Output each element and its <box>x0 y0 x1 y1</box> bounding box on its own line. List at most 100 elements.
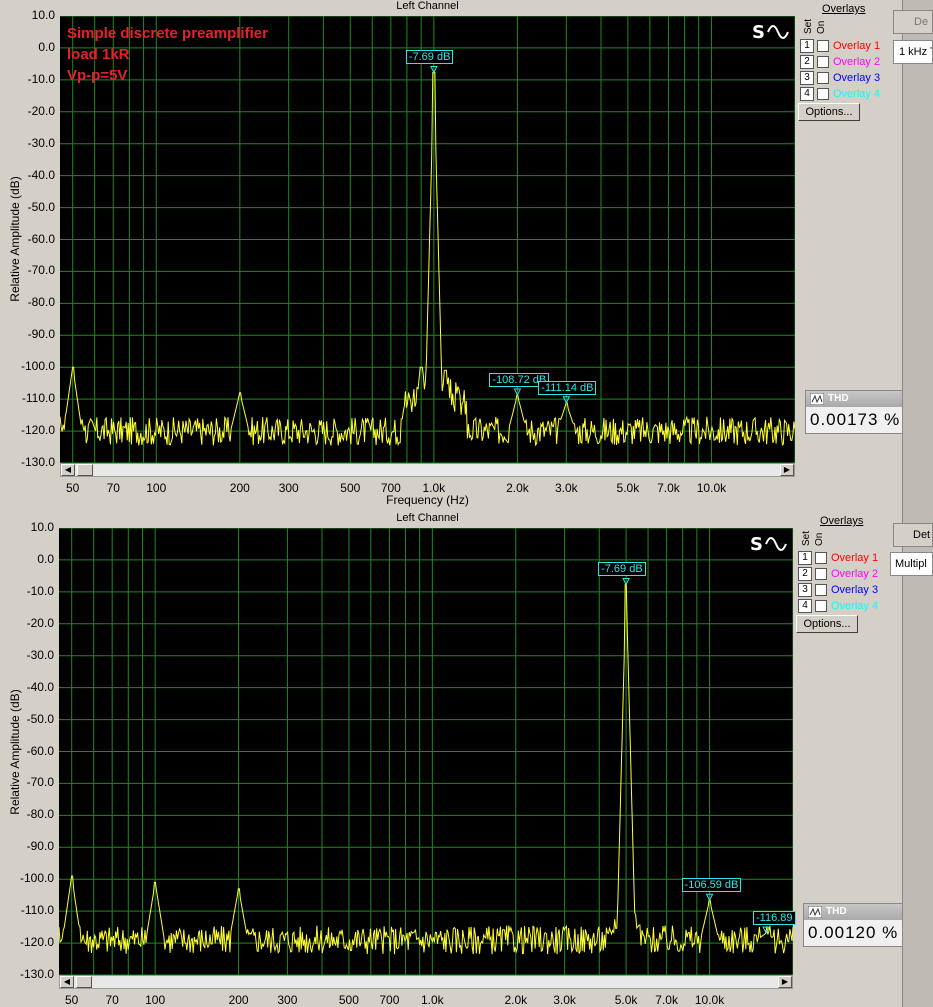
y-tick-label: -60.0 <box>26 743 54 758</box>
overlay-row: 2 Overlay 2 <box>800 54 880 70</box>
x-tick-label: 1.0k <box>420 993 444 1007</box>
overlay-set-button[interactable]: 4 <box>800 87 814 101</box>
y-tick-label: -10.0 <box>26 583 54 598</box>
overlay-row: 4 Overlay 4 <box>798 598 878 614</box>
y-tick-label: 10.0 <box>31 8 55 22</box>
y-tick-label: 0.0 <box>37 551 54 566</box>
meter-icon <box>808 906 822 918</box>
overlay-on-checkbox[interactable] <box>815 600 827 612</box>
spectrum-plot[interactable] <box>59 528 793 975</box>
sine-wave-icon[interactable]: S <box>752 20 792 44</box>
overlay-on-checkbox[interactable] <box>817 56 829 68</box>
x-tick-label: 70 <box>105 993 119 1007</box>
y-tick-label: -100.0 <box>20 359 55 374</box>
frequency-select[interactable]: 1 kHz T <box>893 40 933 64</box>
scroll-thumb[interactable] <box>77 464 93 476</box>
thd-value: 0.00173 % <box>810 410 901 429</box>
y-tick-label: -120.0 <box>20 423 55 438</box>
marker-label[interactable]: -106.59 dB <box>681 878 742 893</box>
overlays-title: Overlays <box>822 3 866 15</box>
x-tick-label: 200 <box>228 993 249 1007</box>
horizontal-scrollbar[interactable]: ◀ ▶ <box>59 975 793 989</box>
y-tick-label: -20.0 <box>27 103 55 118</box>
scroll-right-icon[interactable]: ▶ <box>778 976 792 988</box>
y-tick-label: -90.0 <box>26 839 54 854</box>
sine-wave-icon[interactable]: S <box>750 532 790 556</box>
mode-select[interactable]: Multipl <box>890 552 933 576</box>
y-tick-label: -40.0 <box>26 679 54 694</box>
y-tick-label: 10.0 <box>30 520 54 534</box>
overlay-on-checkbox[interactable] <box>815 584 827 596</box>
y-tick-label: -130.0 <box>20 455 55 469</box>
overlay-name: Overlay 3 <box>831 584 879 596</box>
overlay-row: 1 Overlay 1 <box>800 38 880 54</box>
overlay-row: 4 Overlay 4 <box>800 86 880 102</box>
overlay-name: Overlay 4 <box>831 600 879 612</box>
y-tick-label: -130.0 <box>19 967 54 981</box>
overlay-name: Overlay 2 <box>831 568 879 580</box>
y-tick-label: -30.0 <box>27 135 55 150</box>
thd-value: 0.00120 % <box>808 923 899 942</box>
x-tick-label: 700 <box>379 993 400 1007</box>
y-tick-label: -60.0 <box>27 231 55 246</box>
set-label: Set <box>801 530 812 546</box>
x-axis-title: Frequency (Hz) <box>386 493 469 507</box>
overlay-on-checkbox[interactable] <box>817 40 829 52</box>
overlay-on-checkbox[interactable] <box>817 72 829 84</box>
overlay-set-button[interactable]: 4 <box>798 599 812 613</box>
marker-label[interactable]: -116.89 <box>753 911 796 926</box>
scroll-left-icon[interactable]: ◀ <box>60 976 74 988</box>
y-tick-label: -50.0 <box>27 199 55 214</box>
set-label: Set <box>803 18 814 34</box>
x-tick-label: 300 <box>277 993 298 1007</box>
horizontal-scrollbar[interactable]: ◀ ▶ <box>60 463 795 477</box>
y-tick-label: -110.0 <box>21 391 55 406</box>
spectrum-svg <box>59 528 793 975</box>
y-tick-label: -20.0 <box>26 615 54 630</box>
chart-title: Left Channel <box>396 0 459 12</box>
right-gutter <box>902 0 933 1007</box>
svg-text:S: S <box>750 534 763 555</box>
scroll-thumb[interactable] <box>76 976 92 988</box>
overlay-set-button[interactable]: 1 <box>800 39 814 53</box>
detail-button[interactable]: De <box>893 10 933 34</box>
y-tick-label: -70.0 <box>26 775 54 790</box>
y-tick-label: -40.0 <box>27 167 55 182</box>
chart-title: Left Channel <box>396 512 459 524</box>
detail-button[interactable]: Det <box>893 523 933 547</box>
svg-text:S: S <box>752 22 765 43</box>
overlay-on-checkbox[interactable] <box>815 552 827 564</box>
overlay-set-button[interactable]: 3 <box>798 583 812 597</box>
overlay-on-checkbox[interactable] <box>817 88 829 100</box>
overlay-on-checkbox[interactable] <box>815 568 827 580</box>
marker-label[interactable]: -7.69 dB <box>598 562 646 577</box>
overlay-set-button[interactable]: 2 <box>800 55 814 69</box>
y-tick-label: -90.0 <box>27 327 55 342</box>
overlay-row: 2 Overlay 2 <box>798 566 878 582</box>
overlay-set-button[interactable]: 3 <box>800 71 814 85</box>
overlay-row: 3 Overlay 3 <box>800 70 880 86</box>
x-tick-label: 3.0k <box>553 993 576 1007</box>
overlay-set-button[interactable]: 2 <box>798 567 812 581</box>
x-tick-label: 50 <box>64 993 79 1007</box>
x-tick-label: 2.0k <box>504 993 528 1007</box>
x-tick-label: 100 <box>145 993 166 1007</box>
overlay-name: Overlay 4 <box>833 88 881 100</box>
y-tick-label: -70.0 <box>27 263 55 278</box>
x-tick-label: 5.0k <box>614 993 638 1007</box>
y-tick-label: -100.0 <box>19 871 54 886</box>
x-tick-label: 7.0k <box>655 993 678 1007</box>
on-label: On <box>816 20 827 34</box>
overlays-title: Overlays <box>820 515 864 527</box>
overlay-name: Overlay 1 <box>833 40 881 52</box>
y-tick-label: -50.0 <box>26 711 54 726</box>
overlay-set-button[interactable]: 1 <box>798 551 812 565</box>
scroll-right-icon[interactable]: ▶ <box>780 464 794 476</box>
marker-label[interactable]: -7.69 dB <box>405 50 454 65</box>
scroll-left-icon[interactable]: ◀ <box>61 464 75 476</box>
options-button[interactable]: Options... <box>796 615 858 633</box>
x-tick-label: 10.0k <box>694 993 725 1007</box>
options-button[interactable]: Options... <box>798 103 860 121</box>
marker-label[interactable]: -111.14 dB <box>538 380 597 395</box>
y-tick-label: -30.0 <box>26 647 54 662</box>
